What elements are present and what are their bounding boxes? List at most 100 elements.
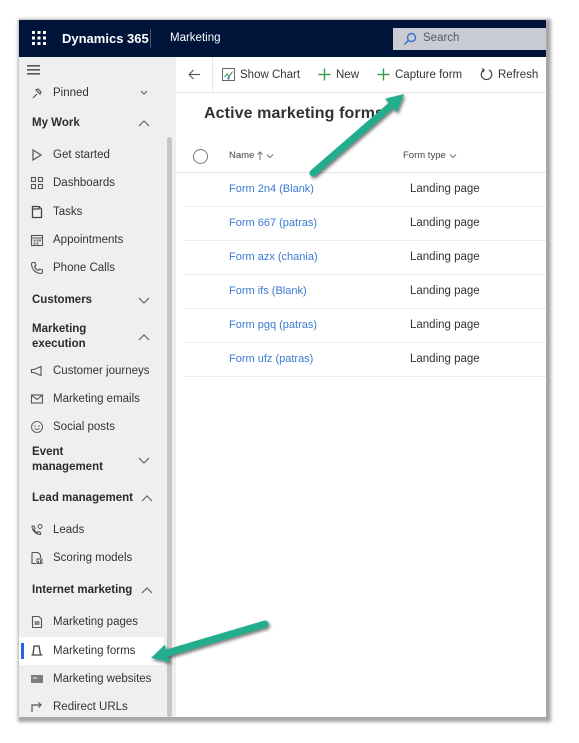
sidebar-group-label: Customers — [32, 293, 93, 306]
sidebar-item-label: Social posts — [53, 421, 116, 433]
column-header-name[interactable]: Name — [229, 150, 274, 161]
add-icon — [318, 68, 331, 81]
form-name-link[interactable]: Form ufz (patras) — [229, 353, 313, 365]
sort-ascending-icon — [257, 151, 264, 160]
form-name-link[interactable]: Form pgq (patras) — [229, 319, 317, 331]
selection-indicator — [21, 643, 24, 659]
waffle-icon[interactable] — [32, 31, 46, 45]
sidebar-item-label: Tasks — [53, 206, 83, 218]
sidebar-item-label: Scoring models — [53, 552, 133, 564]
sidebar-item-redirect-urls[interactable]: Redirect URLs — [19, 693, 164, 717]
new-label: New — [336, 68, 360, 81]
sidebar-group-my-work[interactable]: My Work — [19, 109, 164, 137]
table-row[interactable]: Form ifs (Blank) Landing page — [184, 274, 546, 309]
table-row[interactable]: Form 2n4 (Blank) Landing page — [184, 172, 546, 207]
hamburger-icon[interactable] — [27, 64, 40, 76]
column-header-label: Name — [229, 150, 255, 161]
table-row[interactable]: Form azx (chania) Landing page — [184, 240, 546, 275]
page-title: Active marketing forms — [204, 105, 385, 122]
sidebar-group-label: My Work — [32, 116, 80, 129]
sidebar-item-marketing-forms[interactable]: Marketing forms — [19, 637, 164, 665]
phone-icon — [30, 261, 44, 275]
sidebar-group-label: Event management — [32, 446, 103, 473]
back-button[interactable] — [176, 57, 213, 92]
search-icon — [403, 32, 417, 46]
form-name-link[interactable]: Form 667 (patras) — [229, 217, 317, 229]
sidebar-item-appointments[interactable]: Appointments — [19, 226, 164, 254]
sidebar-group-event-management[interactable]: Event management — [19, 442, 164, 478]
sidebar-item-label: Get started — [53, 149, 110, 161]
sidebar-group-label: Pinned — [53, 87, 89, 99]
form-type-cell: Landing page — [410, 217, 480, 229]
module-name[interactable]: Marketing — [170, 32, 221, 44]
sidebar-item-label: Appointments — [53, 234, 124, 246]
chevron-up-icon — [141, 495, 153, 502]
sidebar-item-tasks[interactable]: Tasks — [19, 198, 164, 226]
sidebar-group-label: Lead management — [32, 491, 133, 504]
sidebar-group-marketing-execution[interactable]: Marketing execution — [19, 319, 164, 355]
sidebar-item-label: Marketing forms — [53, 645, 136, 657]
sidebar-item-label: Phone Calls — [53, 262, 116, 274]
sidebar-group-label: Internet marketing — [32, 583, 133, 596]
select-all-checkbox[interactable] — [193, 149, 208, 164]
show-chart-button[interactable]: Show Chart — [222, 57, 300, 92]
refresh-button[interactable]: Refresh — [480, 57, 538, 92]
sidebar-item-customer-journeys[interactable]: Customer journeys — [19, 357, 164, 385]
chevron-down-icon — [138, 297, 150, 304]
search-placeholder: Search — [423, 32, 460, 44]
chevron-down-icon — [140, 90, 148, 95]
form-type-cell: Landing page — [410, 285, 480, 297]
sidebar-item-leads[interactable]: Leads — [19, 516, 164, 544]
sidebar-group-internet-marketing[interactable]: Internet marketing — [19, 576, 164, 604]
back-arrow-icon — [188, 69, 200, 80]
capture-form-button[interactable]: Capture form — [377, 57, 462, 92]
new-button[interactable]: New — [318, 57, 359, 92]
form-icon — [31, 645, 43, 656]
sidebar-group-pinned[interactable]: Pinned — [19, 87, 164, 107]
main-content: Show Chart New Capture form Refresh Acti… — [176, 57, 546, 717]
chevron-up-icon — [141, 587, 153, 594]
column-header-form-type[interactable]: Form type — [403, 150, 457, 161]
form-name-link[interactable]: Form 2n4 (Blank) — [229, 183, 314, 195]
sidebar-item-label: Dashboards — [53, 177, 116, 189]
megaphone-icon — [30, 365, 42, 377]
table-row[interactable]: Form pgq (patras) Landing page — [184, 308, 546, 343]
play-icon — [32, 148, 43, 162]
refresh-label: Refresh — [498, 68, 539, 81]
website-icon — [31, 675, 43, 683]
sidebar-item-dashboards[interactable]: Dashboards — [19, 169, 164, 197]
sidebar-item-get-started[interactable]: Get started — [19, 141, 164, 169]
sidebar-item-label: Leads — [53, 524, 85, 536]
sidebar-item-scoring-models[interactable]: Scoring models — [19, 544, 164, 572]
show-chart-label: Show Chart — [240, 68, 301, 81]
sidebar-item-label: Marketing websites — [53, 673, 152, 685]
form-type-cell: Landing page — [410, 183, 480, 195]
form-name-link[interactable]: Form ifs (Blank) — [229, 285, 307, 297]
topbar-divider — [150, 29, 151, 48]
capture-form-label: Capture form — [395, 68, 463, 81]
app-name[interactable]: Dynamics 365 — [62, 31, 149, 46]
sidebar-item-marketing-pages[interactable]: Marketing pages — [19, 608, 164, 636]
sidebar-group-customers[interactable]: Customers — [19, 286, 164, 314]
form-name-link[interactable]: Form azx (chania) — [229, 251, 318, 263]
command-bar: Show Chart New Capture form Refresh — [176, 57, 546, 93]
form-type-cell: Landing page — [410, 251, 480, 263]
task-icon — [31, 205, 43, 219]
sidebar-item-marketing-emails[interactable]: Marketing emails — [19, 385, 164, 413]
redirect-icon — [31, 702, 42, 712]
sidebar-nav: Pinned My Work Get started Dashboards Ta… — [19, 87, 176, 717]
sidebar-scrollbar[interactable] — [167, 137, 172, 717]
form-type-cell: Landing page — [410, 319, 480, 331]
sidebar-group-lead-management[interactable]: Lead management — [19, 484, 164, 512]
table-row[interactable]: Form ufz (patras) Landing page — [184, 342, 546, 377]
social-icon — [30, 420, 44, 434]
table-row[interactable]: Form 667 (patras) Landing page — [184, 206, 546, 241]
pin-icon — [32, 88, 42, 99]
sidebar-item-phone-calls[interactable]: Phone Calls — [19, 254, 164, 282]
sidebar-item-marketing-websites[interactable]: Marketing websites — [19, 665, 164, 693]
dashboard-icon — [30, 176, 44, 190]
search-input[interactable]: Search — [393, 28, 546, 50]
sidebar-item-social-posts[interactable]: Social posts — [19, 413, 164, 441]
sidebar-item-label: Customer journeys — [53, 365, 150, 377]
sidebar-item-label: Marketing emails — [53, 393, 140, 405]
